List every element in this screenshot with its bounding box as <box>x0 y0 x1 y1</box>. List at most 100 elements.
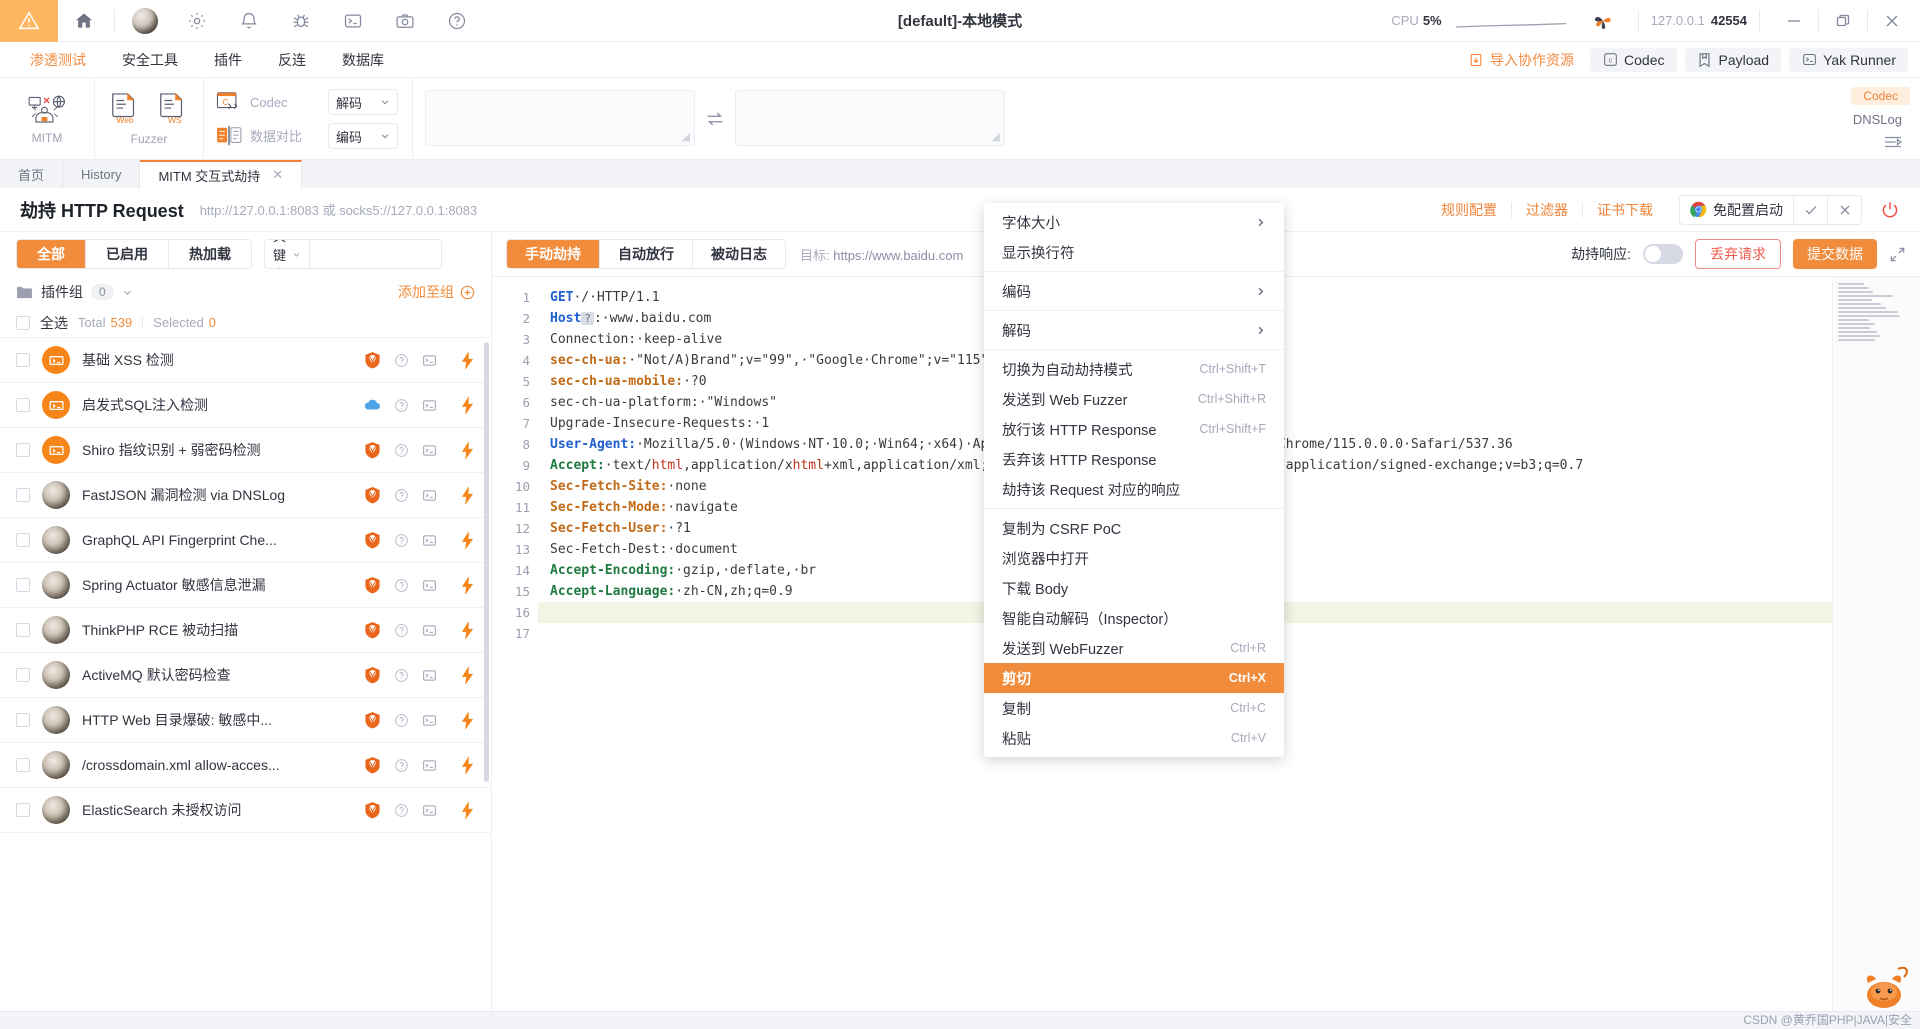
mitm-tool[interactable]: MITM <box>14 94 80 145</box>
minimize-button[interactable] <box>1772 0 1816 42</box>
menu-item-database[interactable]: 数据库 <box>324 42 402 78</box>
context-menu-item[interactable]: 发送到 Web Fuzzer Ctrl+Shift+R <box>984 384 1284 414</box>
terminal-icon[interactable] <box>422 713 437 728</box>
select-all-checkbox[interactable] <box>16 315 30 330</box>
yak-runner-button[interactable]: Yak Runner <box>1789 47 1908 72</box>
segment-manual-hijack[interactable]: 手动劫持 <box>507 240 600 268</box>
run-bolt-icon[interactable] <box>460 485 475 505</box>
terminal-icon[interactable] <box>422 758 437 773</box>
help-icon[interactable] <box>431 0 483 42</box>
plugin-row[interactable]: 基础 XSS 检测 <box>0 338 491 383</box>
plugin-checkbox[interactable] <box>16 533 30 547</box>
tab-history[interactable]: History <box>63 160 141 188</box>
terminal-icon[interactable] <box>422 443 437 458</box>
context-menu-item[interactable]: 发送到 WebFuzzer Ctrl+R <box>984 633 1284 663</box>
filter-link[interactable]: 过滤器 <box>1512 200 1582 220</box>
menu-item-security-tools[interactable]: 安全工具 <box>104 42 196 78</box>
segment-all[interactable]: 全部 <box>17 240 86 268</box>
plugin-row[interactable]: /crossdomain.xml allow-acces... <box>0 743 491 788</box>
plugin-row[interactable]: ElasticSearch 未授权访问 <box>0 788 491 833</box>
terminal-icon[interactable] <box>422 488 437 503</box>
chevron-down-icon[interactable] <box>122 287 133 298</box>
plugin-row[interactable]: ThinkPHP RCE 被动扫描 <box>0 608 491 653</box>
add-to-group-button[interactable]: 添加至组 <box>398 282 475 302</box>
rule-config-link[interactable]: 规则配置 <box>1427 200 1511 220</box>
tag-dnslog[interactable]: DNSLog <box>1845 110 1910 129</box>
camera-icon[interactable] <box>379 0 431 42</box>
plugin-row[interactable]: ActiveMQ 默认密码检查 <box>0 653 491 698</box>
plugin-checkbox[interactable] <box>16 398 30 412</box>
plugin-row[interactable]: 启发式SQL注入检测 <box>0 383 491 428</box>
bell-icon[interactable] <box>223 0 275 42</box>
maximize-button[interactable] <box>1821 0 1865 42</box>
context-menu-item[interactable]: 下载 Body <box>984 573 1284 603</box>
run-bolt-icon[interactable] <box>460 665 475 685</box>
terminal-icon[interactable] <box>422 623 437 638</box>
fuzzer-ws-icon[interactable]: WS <box>157 92 189 126</box>
help-icon[interactable] <box>394 353 409 368</box>
bug-icon[interactable] <box>275 0 327 42</box>
shield-icon[interactable] <box>364 351 381 369</box>
plugin-row[interactable]: Shiro 指纹识别 + 弱密码检测 <box>0 428 491 473</box>
plugin-list[interactable]: 基础 XSS 检测 启发式SQL注入检测 Shiro 指纹识别 + 弱密码检测 Fas… <box>0 338 491 1011</box>
segment-passive-log[interactable]: 被动日志 <box>693 240 785 268</box>
terminal-icon[interactable] <box>422 533 437 548</box>
gear-icon[interactable] <box>171 0 223 42</box>
close-button[interactable] <box>1870 0 1914 42</box>
context-menu-item[interactable]: 复制为 CSRF PoC <box>984 513 1284 543</box>
segment-hotload[interactable]: 热加载 <box>169 240 251 268</box>
run-bolt-icon[interactable] <box>460 755 475 775</box>
help-icon[interactable] <box>394 758 409 773</box>
payload-button[interactable]: Payload <box>1684 47 1782 72</box>
swap-icon[interactable] <box>695 78 735 159</box>
help-icon[interactable] <box>394 488 409 503</box>
expand-icon[interactable] <box>1889 246 1906 263</box>
run-bolt-icon[interactable] <box>460 440 475 460</box>
context-menu-item[interactable]: 浏览器中打开 <box>984 543 1284 573</box>
plugin-row[interactable]: FastJSON 漏洞检测 via DNSLog <box>0 473 491 518</box>
codec-tool[interactable]: C Codec <box>216 91 302 115</box>
data-compare-tool[interactable]: 数据对比 <box>216 125 302 147</box>
shield-icon[interactable] <box>364 666 381 684</box>
shield-icon[interactable] <box>364 711 381 729</box>
warning-triangle-icon[interactable] <box>0 0 58 42</box>
import-collab-resource-button[interactable]: 导入协作资源 <box>1460 46 1582 74</box>
menu-item-reverse[interactable]: 反连 <box>260 42 324 78</box>
hijack-response-toggle[interactable] <box>1643 244 1683 264</box>
editor-context-menu[interactable]: 字体大小 显示换行符 编码 解码 切换为自动劫持模式 Ctrl+Shift+T 发送到 We… <box>984 203 1284 757</box>
shield-icon[interactable] <box>364 576 381 594</box>
ribbon-collapse-icon[interactable] <box>1882 134 1910 150</box>
plugin-row[interactable]: Spring Actuator 敏感信息泄漏 <box>0 563 491 608</box>
search-input[interactable] <box>310 240 441 268</box>
terminal-icon[interactable] <box>327 0 379 42</box>
run-bolt-icon[interactable] <box>460 395 475 415</box>
home-icon[interactable] <box>58 0 110 42</box>
run-bolt-icon[interactable] <box>460 620 475 640</box>
confirm-launch-check-icon[interactable] <box>1794 194 1828 225</box>
run-bolt-icon[interactable] <box>460 800 475 820</box>
terminal-icon[interactable] <box>422 668 437 683</box>
run-bolt-icon[interactable] <box>460 350 475 370</box>
help-icon[interactable] <box>394 398 409 413</box>
context-menu-item[interactable]: 切换为自动劫持模式 Ctrl+Shift+T <box>984 354 1284 384</box>
shield-icon[interactable] <box>364 441 381 459</box>
context-menu-item[interactable]: 显示换行符 <box>984 237 1284 267</box>
plugin-checkbox[interactable] <box>16 713 30 727</box>
plugin-checkbox[interactable] <box>16 668 30 682</box>
context-menu-item[interactable]: 智能自动解码（Inspector） <box>984 603 1284 633</box>
discard-request-button[interactable]: 丢弃请求 <box>1695 239 1781 269</box>
run-bolt-icon[interactable] <box>460 575 475 595</box>
terminal-icon[interactable] <box>422 398 437 413</box>
avatar-icon[interactable] <box>119 0 171 42</box>
menu-item-plugins[interactable]: 插件 <box>196 42 260 78</box>
shield-icon[interactable] <box>364 756 381 774</box>
shield-icon[interactable] <box>364 486 381 504</box>
plugin-checkbox[interactable] <box>16 578 30 592</box>
plugin-checkbox[interactable] <box>16 443 30 457</box>
context-menu-item[interactable]: 丢弃该 HTTP Response <box>984 444 1284 474</box>
cloud-icon[interactable] <box>363 397 381 413</box>
plugin-checkbox[interactable] <box>16 758 30 772</box>
tab-home[interactable]: 首页 <box>0 160 64 188</box>
run-bolt-icon[interactable] <box>460 530 475 550</box>
tab-close-icon[interactable]: ✕ <box>272 167 283 183</box>
